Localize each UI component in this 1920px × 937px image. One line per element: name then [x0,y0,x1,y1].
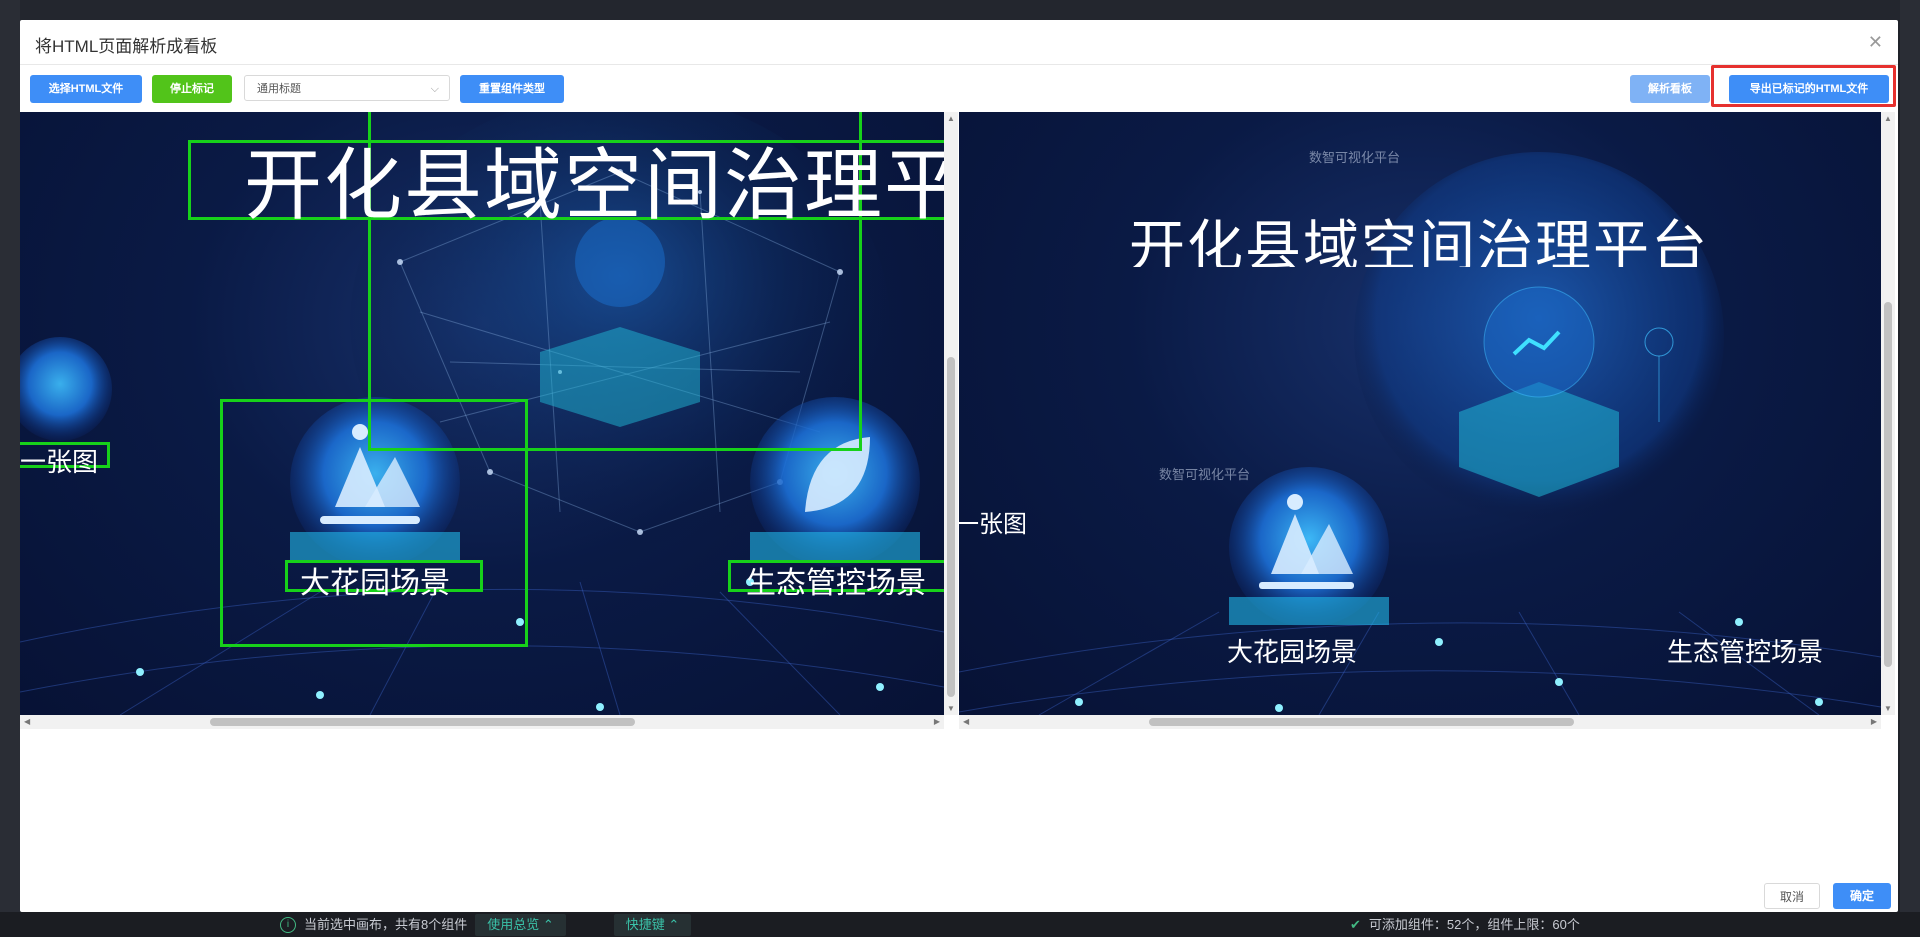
left-vscroll-thumb[interactable] [947,357,955,697]
canvas-status: i 当前选中画布，共有8个组件 使用总览 ⌃ 快捷键 ⌃ [280,912,692,937]
modal-toolbar: 选择HTML文件 停止标记 通用标题 ⌵ 重置组件类型 解析看板 导出已标记的H… [20,75,1898,105]
right-watermark-top: 数智可视化平台 [1309,150,1401,165]
right-scene2-label: 生态管控场景 [1667,637,1824,667]
stop-mark-button[interactable]: 停止标记 [152,75,232,103]
right-vertical-scrollbar[interactable]: ▲ ▼ [1881,112,1895,715]
right-vscroll-thumb[interactable] [1884,302,1892,667]
chevron-down-icon: ⌵ [430,83,439,95]
reset-type-button[interactable]: 重置组件类型 [460,75,564,103]
component-type-value: 通用标题 [257,83,301,95]
right-render-preview[interactable]: 数智可视化平台 开化县域空间治理平台 数智可视化平台 一张图 大花园场景 生态管… [959,112,1881,715]
background-topbar [0,0,1920,20]
component-type-select[interactable]: 通用标题 ⌵ [244,75,450,101]
left-preview-title: 开化县域空间治理平 [244,141,944,229]
component-limit-text: 可添加组件：52个，组件上限：60个 [1368,917,1580,932]
cancel-button[interactable]: 取消 [1764,883,1820,909]
component-limit-status: ✔ 可添加组件：52个，组件上限：60个 [1350,912,1580,937]
info-icon: i [280,916,296,933]
left-vertical-scrollbar[interactable]: ▲ ▼ [944,112,958,715]
left-marking-preview[interactable]: 开化县域空间治理平 一张图 大花园场景 生态管控场景 [20,112,944,715]
right-preview-artwork [959,152,1881,715]
background-right-panel [1900,0,1920,937]
right-side-label: 一张图 [959,511,1027,538]
left-scene2-label: 生态管控场景 [746,567,926,600]
left-scene1-label: 大花园场景 [300,567,450,600]
canvas-status-text: 当前选中画布，共有8个组件 [304,917,468,932]
right-preview-title: 开化县域空间治理平台 [1129,215,1709,267]
parse-board-button[interactable]: 解析看板 [1630,75,1710,103]
parse-html-modal: 将HTML页面解析成看板 ✕ 选择HTML文件 停止标记 通用标题 ⌵ 重置组件… [20,20,1898,912]
shortcut-button[interactable]: 快捷键 ⌃ [613,913,692,936]
marked-scene1-box[interactable] [220,399,528,647]
right-horizontal-scrollbar[interactable]: ◀ ▶ [959,715,1881,729]
confirm-button[interactable]: 确定 [1833,883,1891,909]
left-horizontal-scrollbar[interactable]: ◀ ▶ [20,715,944,729]
right-hscroll-thumb[interactable] [1149,718,1574,726]
right-watermark-mid: 数智可视化平台 [1159,467,1251,482]
left-side-label: 一张图 [20,447,99,477]
modal-title: 将HTML页面解析成看板 [35,37,218,56]
close-icon[interactable]: ✕ [1868,32,1883,53]
overview-button[interactable]: 使用总览 ⌃ [475,913,566,936]
select-html-button[interactable]: 选择HTML文件 [30,75,142,103]
left-hscroll-thumb[interactable] [210,718,635,726]
modal-header: 将HTML页面解析成看板 ✕ [20,20,1898,65]
background-left-panel [0,0,20,937]
check-circle-icon: ✔ [1350,917,1361,932]
right-scene1-label: 大花园场景 [1227,637,1358,667]
